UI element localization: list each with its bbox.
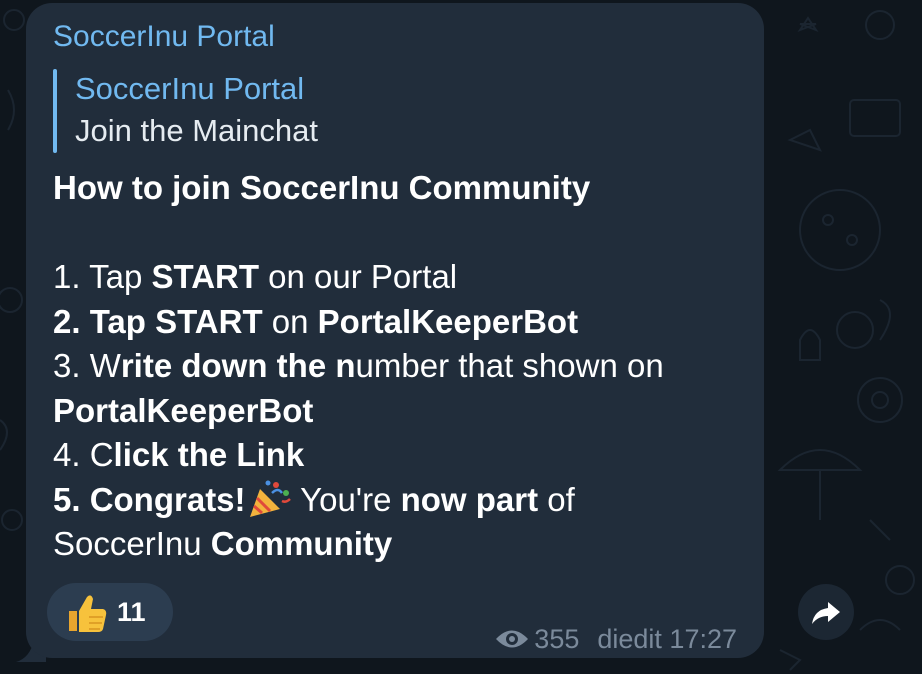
reaction-chip[interactable]: 11 [47,583,173,641]
reply-bar [53,69,57,153]
share-button[interactable] [798,584,854,640]
reaction-count: 11 [117,597,146,627]
view-count: 355 [534,624,580,654]
message-time: 17:27 [669,624,737,654]
share-arrow-icon [812,602,840,624]
step-1: 1. Tap START on our Portal [53,258,458,295]
thumbs-up-icon [69,595,107,632]
step-5-cont: SoccerInu Community [53,525,393,562]
message-meta: 355 diedit 17:27 [494,623,737,655]
sender-name[interactable]: SoccerInu Portal [53,19,275,55]
step-3-cont: PortalKeeperBot [53,391,314,429]
edited-label: diedit [597,624,662,654]
step-3: 3. Write down the number that shown on [53,347,664,384]
step-5: 5. Congrats! You're now part of [53,480,575,518]
reply-text: Join the Mainchat [75,113,318,148]
message-text: How to join SoccerInu Community 1. Tap S… [53,166,753,567]
party-popper-icon [249,480,291,517]
step-2: 2. Tap START on PortalKeeperBot [53,302,579,340]
reply-title: SoccerInu Portal [75,71,305,106]
message-bubble[interactable]: SoccerInu Portal SoccerInu Portal Join t… [26,3,764,658]
reply-preview[interactable]: SoccerInu Portal Join the Mainchat [53,69,318,153]
step-4: 4. Click the Link [53,436,305,473]
message-heading: How to join SoccerInu Community [53,169,591,206]
eye-icon [496,630,529,648]
